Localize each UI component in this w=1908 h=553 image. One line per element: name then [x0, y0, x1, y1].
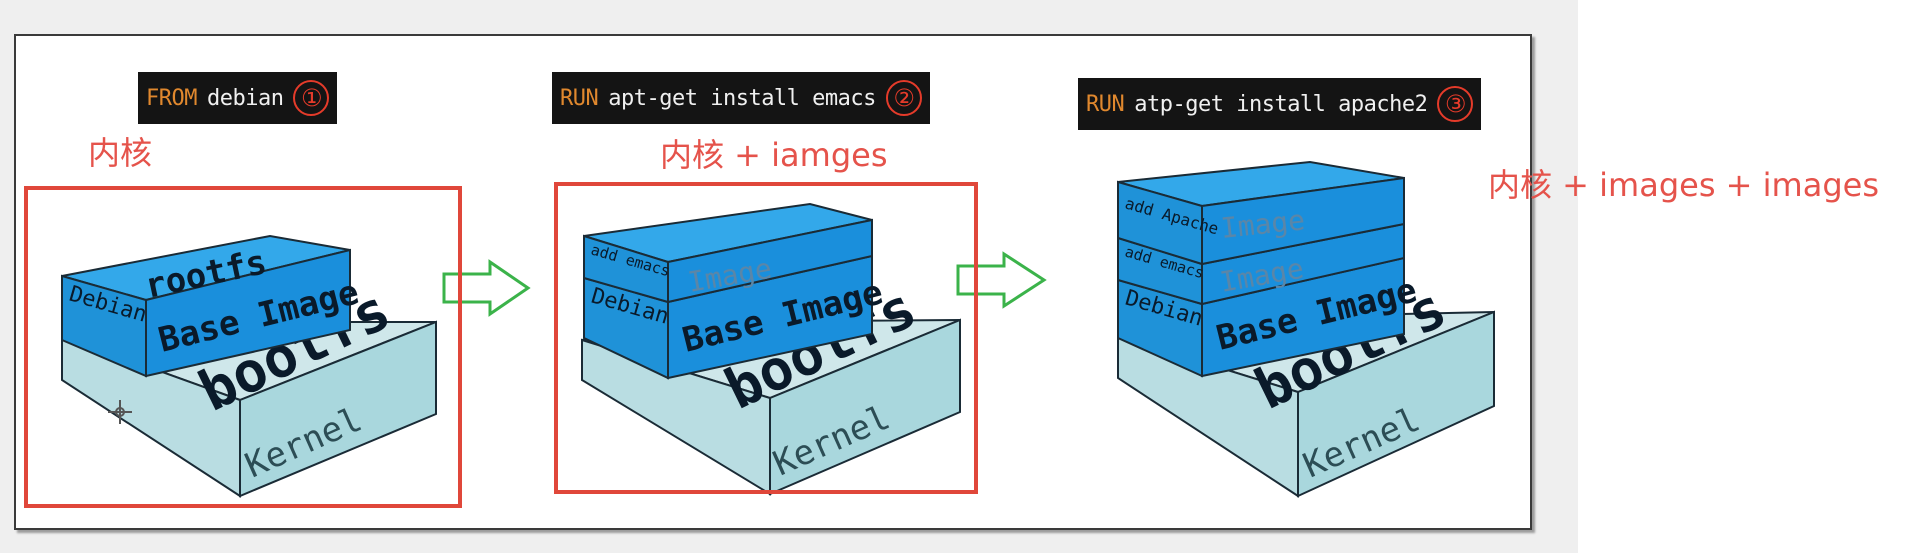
stack-3: Kernel bootfs Debian Base Image add emac… [1117, 160, 1495, 498]
highlight-box-2 [554, 182, 978, 494]
crosshair-cursor-icon [108, 400, 132, 424]
highlight-box-1 [24, 186, 462, 508]
